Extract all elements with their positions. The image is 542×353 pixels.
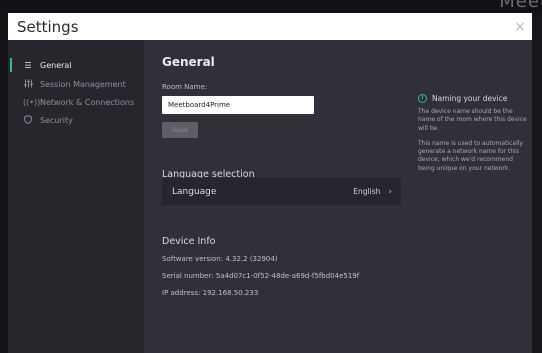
software-version-label: Software version: — [162, 255, 224, 263]
language-label: Language — [172, 186, 217, 197]
sidebar-item-label: General — [40, 60, 72, 70]
sliders-icon — [23, 79, 33, 90]
sidebar-item-general[interactable]: ☰ General — [8, 55, 144, 75]
room-name-input[interactable] — [162, 96, 314, 114]
sliders-icon-graphic — [23, 79, 33, 87]
sidebar-item-label: Session Management — [40, 79, 126, 89]
close-icon[interactable]: × — [514, 19, 526, 35]
title-bar: Settings × — [8, 13, 532, 40]
page-title: General — [162, 55, 215, 69]
sidebar: ☰ General Session Management ((•)) Netwo… — [8, 40, 144, 353]
naming-info-paragraph-1: The device name should be the name of th… — [418, 108, 527, 132]
list-icon: ☰ — [24, 60, 32, 70]
window-title: Settings — [17, 17, 79, 36]
device-info-title: Device Info — [162, 236, 216, 247]
ip-address-row: IP address: 192.168.50.233 — [162, 289, 258, 297]
naming-info-panel: i Naming your device The device name sho… — [418, 94, 528, 180]
language-row[interactable]: Language English › — [162, 178, 401, 205]
serial-number-label: Serial number: — [162, 272, 214, 280]
sidebar-item-network-connections[interactable]: ((•)) Network & Connections — [8, 93, 144, 111]
language-value: English — [353, 187, 381, 196]
language-selected: English › — [353, 187, 392, 197]
naming-info-paragraph-2: This name is used to automatically gener… — [418, 139, 523, 172]
ip-address-label: IP address: — [162, 289, 201, 297]
software-version-row: Software version: 4.32.2 (32904) — [162, 255, 278, 263]
shield-icon — [23, 114, 33, 126]
naming-info-title-row: i Naming your device — [418, 94, 528, 103]
settings-content: General Room Name: Save Language selecti… — [144, 40, 532, 353]
save-button[interactable]: Save — [162, 122, 198, 138]
info-icon: i — [418, 94, 427, 103]
sidebar-item-label: Security — [40, 115, 73, 125]
sidebar-item-label: Network & Connections — [40, 97, 135, 107]
wireless-icon: ((•)) — [23, 97, 41, 107]
shield-icon-graphic — [24, 114, 32, 124]
background-app-name: Meet — [499, 0, 542, 12]
chevron-right-icon: › — [388, 186, 392, 197]
sidebar-item-security[interactable]: Security — [8, 111, 144, 129]
settings-window: Settings × ☰ General Session Management … — [8, 13, 532, 353]
background-app-strip — [0, 0, 542, 13]
serial-number-value: 5a4d07c1-0f52-48de-a69d-f5fbd04e519f — [215, 272, 360, 280]
naming-info-title: Naming your device — [432, 94, 508, 103]
serial-number-row: Serial number: 5a4d07c1-0f52-48de-a69d-f… — [162, 272, 359, 280]
background-right-edge — [532, 13, 542, 353]
software-version-value: 4.32.2 (32904) — [225, 255, 278, 263]
room-name-label: Room Name: — [162, 83, 208, 91]
ip-address-value: 192.168.50.233 — [202, 289, 259, 297]
sidebar-item-session-management[interactable]: Session Management — [8, 75, 144, 93]
background-left-edge — [0, 13, 8, 353]
